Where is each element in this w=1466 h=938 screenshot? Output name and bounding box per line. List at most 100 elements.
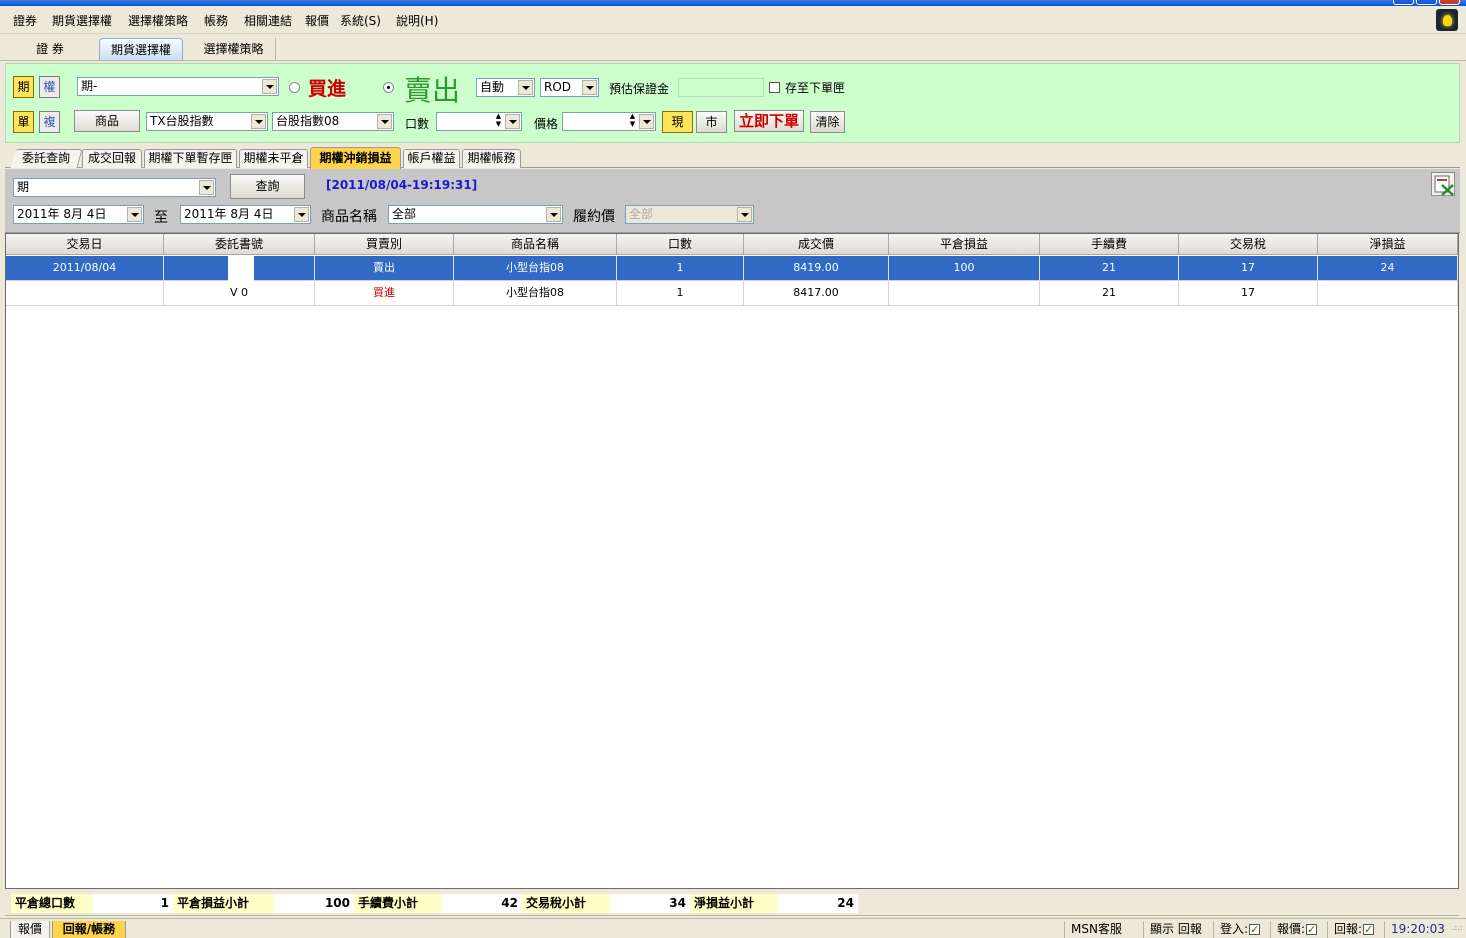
tab-order-query-label: 委託查詢 — [21, 151, 70, 165]
report-check-icon — [1363, 921, 1375, 938]
account-select[interactable]: 期- — [77, 77, 279, 96]
quote-status-label: 報價: — [1277, 922, 1306, 936]
auto-select[interactable]: 自動 — [476, 78, 535, 97]
cell-qty: 1 — [617, 256, 744, 281]
column-header-net-pl[interactable]: 淨損益 — [1318, 234, 1458, 255]
buy-label[interactable]: 買進 — [308, 74, 346, 101]
tab-open-positions[interactable]: 期權未平倉 — [239, 149, 308, 168]
sell-radio[interactable] — [383, 82, 394, 93]
close-qty-label: 平倉總口數 — [11, 894, 93, 913]
resize-grip-icon[interactable]: .:.: — [1452, 924, 1464, 937]
status-bar: 報價 回報/帳務 MSN客服 顯示 回報 登入: 報價: 回報: 19:20:0… — [0, 918, 1466, 938]
quantity-input[interactable]: ▲ ▼ — [436, 112, 522, 131]
buy-radio[interactable] — [289, 82, 300, 93]
maximize-button[interactable] — [1416, 0, 1437, 5]
submit-order-button[interactable]: 立即下單 — [734, 110, 804, 132]
product-select[interactable]: TX台股指數 — [146, 112, 268, 131]
cell-side: 買進 — [315, 281, 454, 306]
single-leg-button[interactable]: 單 — [13, 111, 34, 133]
chevron-down-icon — [518, 80, 533, 95]
contract-select[interactable]: 台股指數08 — [272, 112, 394, 131]
date-to-picker[interactable]: 2011年 8月 4日 — [180, 205, 311, 224]
price-input[interactable]: ▲ ▼ — [562, 112, 656, 131]
market-price-button[interactable]: 市 — [696, 111, 727, 133]
tab-order-query[interactable]: 委託查詢 — [10, 149, 83, 168]
spin-arrows-icon[interactable]: ▲ ▼ — [626, 113, 639, 130]
msn-support-link[interactable]: MSN客服 — [1064, 921, 1136, 938]
date-from-picker[interactable]: 2011年 8月 4日 — [13, 205, 144, 224]
quote-check-icon — [1306, 921, 1318, 938]
spin-arrows-icon[interactable]: ▲ ▼ — [492, 113, 505, 130]
menu-option-strategy[interactable]: 選擇權策略 — [128, 12, 188, 29]
order-panel: 期 權 期- 買進 賣出 自動 ROD 預估保證金 存至下單匣 單 複 商品 T… — [5, 63, 1460, 143]
tab-securities[interactable]: 證 券 — [22, 38, 78, 60]
show-report-toggle[interactable]: 顯示 回報 — [1143, 921, 1211, 938]
tax-subtotal-value: 34 — [610, 894, 690, 913]
net-subtotal-value: 24 — [778, 894, 858, 913]
cell-net-pl: 24 — [1318, 256, 1458, 281]
tab-accounting[interactable]: 期權帳務 — [462, 149, 521, 168]
tab-order-box[interactable]: 期權下單暫存匣 — [144, 149, 237, 168]
column-header-qty[interactable]: 口數 — [617, 234, 744, 255]
cell-fee: 21 — [1040, 281, 1179, 306]
offset-pl-table: 交易日 委託書號 買賣別 商品名稱 口數 成交價 平倉損益 手續費 交易稅 淨損… — [5, 233, 1459, 889]
menu-bar: 證券 期貨選擇權 選擇權策略 帳務 相關連結 報價 系統(S) 說明(H) — [0, 6, 1466, 34]
price-label: 價格 — [534, 117, 559, 131]
top-tab-bar: 證 券 期貨選擇權 選擇權策略 — [0, 35, 1466, 61]
fee-subtotal-label: 手續費小計 — [354, 894, 442, 913]
rod-select[interactable]: ROD — [540, 78, 599, 97]
close-button[interactable] — [1439, 0, 1460, 5]
tab-offset-pl[interactable]: 期權沖銷損益 — [310, 147, 401, 169]
export-excel-icon[interactable] — [1431, 172, 1455, 196]
tax-subtotal-label: 交易稅小計 — [522, 894, 610, 913]
tab-account-equity[interactable]: 帳戶權益 — [403, 149, 460, 168]
cell-net-pl — [1318, 281, 1458, 306]
sell-label[interactable]: 賣出 — [404, 69, 460, 109]
combo-leg-button[interactable]: 複 — [39, 111, 60, 133]
column-header-side[interactable]: 買賣別 — [315, 234, 454, 255]
current-price-button[interactable]: 現 — [662, 111, 693, 133]
options-mode-button[interactable]: 權 — [39, 76, 60, 98]
minimize-button[interactable] — [1393, 0, 1414, 5]
save-to-box-checkbox[interactable] — [769, 82, 780, 93]
column-header-fee[interactable]: 手續費 — [1040, 234, 1179, 255]
status-tab-report[interactable]: 回報/帳務 — [52, 921, 126, 938]
close-qty-value: 1 — [93, 894, 173, 913]
margin-field — [678, 78, 764, 97]
tab-futures-options[interactable]: 期貨選擇權 — [99, 38, 183, 60]
menu-help[interactable]: 說明(H) — [396, 12, 438, 29]
column-header-close-pl[interactable]: 平倉損益 — [889, 234, 1040, 255]
lightbulb-icon[interactable] — [1436, 9, 1458, 31]
menu-links[interactable]: 相關連結 — [244, 12, 292, 29]
to-label: 至 — [154, 210, 168, 226]
menu-quote[interactable]: 報價 — [305, 12, 329, 29]
column-header-order-no[interactable]: 委託書號 — [164, 234, 315, 255]
type-select[interactable]: 期 — [13, 178, 216, 197]
quantity-label: 口數 — [405, 117, 430, 131]
quote-status: 報價: — [1270, 921, 1324, 938]
column-header-tax[interactable]: 交易稅 — [1179, 234, 1318, 255]
menu-system[interactable]: 系統(S) — [340, 12, 381, 29]
column-header-trade-date[interactable]: 交易日 — [6, 234, 164, 255]
product-name-label: 商品名稱 — [321, 209, 377, 225]
tab-trade-report[interactable]: 成交回報 — [82, 149, 142, 168]
futures-mode-button[interactable]: 期 — [13, 76, 34, 98]
menu-accounting[interactable]: 帳務 — [204, 12, 228, 29]
login-status: 登入: — [1213, 921, 1267, 938]
menu-securities[interactable]: 證券 — [13, 12, 37, 29]
column-header-product[interactable]: 商品名稱 — [454, 234, 617, 255]
report-status-label: 回報: — [1334, 922, 1363, 936]
tab-option-strategy[interactable]: 選擇權策略 — [192, 38, 276, 60]
query-button[interactable]: 查詢 — [230, 174, 305, 199]
product-button[interactable]: 商品 — [74, 110, 140, 132]
product-name-select[interactable]: 全部 — [388, 205, 563, 224]
chevron-down-icon — [582, 80, 597, 95]
cell-price: 8419.00 — [744, 256, 889, 281]
redaction-block — [228, 256, 254, 281]
login-status-label: 登入: — [1220, 922, 1249, 936]
status-tab-quote[interactable]: 報價 — [10, 921, 50, 938]
menu-futures-options[interactable]: 期貨選擇權 — [52, 12, 112, 29]
chevron-down-icon — [199, 180, 214, 195]
clear-button[interactable]: 清除 — [810, 111, 845, 133]
column-header-price[interactable]: 成交價 — [744, 234, 889, 255]
